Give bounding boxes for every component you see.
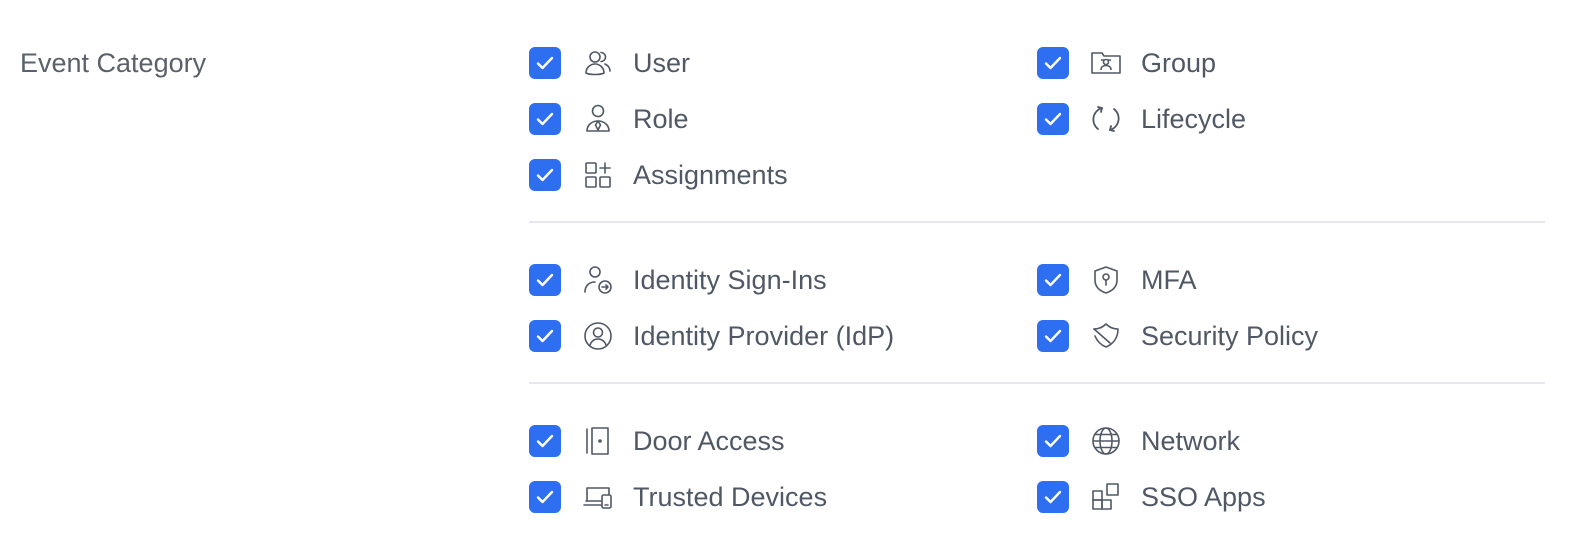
checkbox-checked-icon[interactable] xyxy=(529,264,561,296)
checkbox-checked-icon[interactable] xyxy=(1037,425,1069,457)
checkbox-checked-icon[interactable] xyxy=(1037,264,1069,296)
event-category-label: Event Category xyxy=(20,48,207,78)
event-category-sso-apps[interactable]: SSO Apps xyxy=(1037,477,1266,517)
item-label: Security Policy xyxy=(1141,321,1319,351)
lifecycle-icon xyxy=(1089,102,1123,136)
item-label: Lifecycle xyxy=(1141,104,1247,134)
event-category-security-policy[interactable]: Security Policy xyxy=(1037,316,1318,356)
event-category-identity-sign-ins[interactable]: Identity Sign-Ins xyxy=(529,260,827,300)
checkbox-checked-icon[interactable] xyxy=(1037,481,1069,513)
item-label: Group xyxy=(1141,48,1217,78)
group-divider xyxy=(529,221,1545,223)
event-category-user[interactable]: User xyxy=(529,43,690,83)
trusted-devices-icon xyxy=(581,480,615,514)
item-label: Assignments xyxy=(633,160,788,190)
group-divider xyxy=(529,382,1545,384)
item-label: MFA xyxy=(1141,265,1197,295)
role-icon xyxy=(581,102,615,136)
item-label: Door Access xyxy=(633,426,785,456)
event-category-lifecycle[interactable]: Lifecycle xyxy=(1037,99,1246,139)
item-label: Network xyxy=(1141,426,1241,456)
item-label: SSO Apps xyxy=(1141,482,1266,512)
globe-icon xyxy=(1089,424,1123,458)
item-label: Identity Sign-Ins xyxy=(633,265,827,295)
checkbox-checked-icon[interactable] xyxy=(529,481,561,513)
event-category-network[interactable]: Network xyxy=(1037,421,1240,461)
event-category-role[interactable]: Role xyxy=(529,99,689,139)
checkbox-checked-icon[interactable] xyxy=(529,103,561,135)
checkbox-checked-icon[interactable] xyxy=(529,320,561,352)
checkbox-checked-icon[interactable] xyxy=(529,425,561,457)
event-category-door-access[interactable]: Door Access xyxy=(529,421,785,461)
security-policy-icon xyxy=(1089,319,1123,353)
checkbox-checked-icon[interactable] xyxy=(529,159,561,191)
assignments-icon xyxy=(581,158,615,192)
identity-sign-in-icon xyxy=(581,263,615,297)
mfa-shield-icon xyxy=(1089,263,1123,297)
item-label: Trusted Devices xyxy=(633,482,828,512)
users-icon xyxy=(581,46,615,80)
event-category-trusted-devices[interactable]: Trusted Devices xyxy=(529,477,827,517)
item-label: User xyxy=(633,48,691,78)
group-icon xyxy=(1089,46,1123,80)
checkbox-checked-icon[interactable] xyxy=(529,47,561,79)
event-category-identity-provider[interactable]: Identity Provider (IdP) xyxy=(529,316,894,356)
checkbox-checked-icon[interactable] xyxy=(1037,103,1069,135)
event-category-assignments[interactable]: Assignments xyxy=(529,155,788,195)
checkbox-checked-icon[interactable] xyxy=(1037,320,1069,352)
sso-apps-icon xyxy=(1089,480,1123,514)
event-category-group[interactable]: Group xyxy=(1037,43,1216,83)
door-icon xyxy=(581,424,615,458)
event-category-mfa[interactable]: MFA xyxy=(1037,260,1197,300)
identity-provider-icon xyxy=(581,319,615,353)
item-label: Identity Provider (IdP) xyxy=(633,321,895,351)
checkbox-checked-icon[interactable] xyxy=(1037,47,1069,79)
item-label: Role xyxy=(633,104,689,134)
